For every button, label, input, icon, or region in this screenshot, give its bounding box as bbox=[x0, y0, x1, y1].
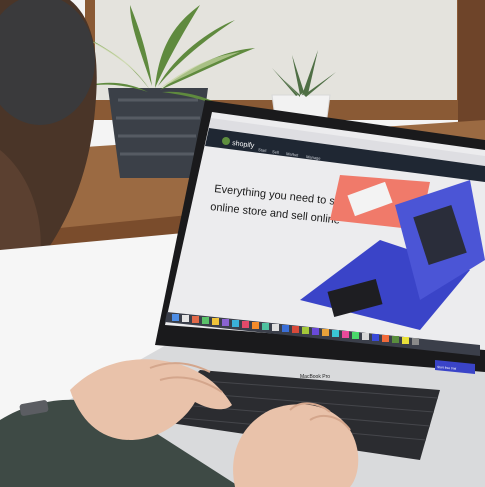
laptop-label: MacBook Pro bbox=[300, 374, 330, 380]
shopify-logo-icon bbox=[222, 137, 230, 145]
photo-scene: MacBook Pro shopify Start Sell Market Ma… bbox=[0, 0, 485, 487]
nav-item-sell: Sell bbox=[272, 149, 279, 155]
window-light bbox=[95, 0, 457, 100]
window-side bbox=[458, 0, 485, 130]
photo-illustration: MacBook Pro shopify Start Sell Market Ma… bbox=[0, 0, 485, 487]
